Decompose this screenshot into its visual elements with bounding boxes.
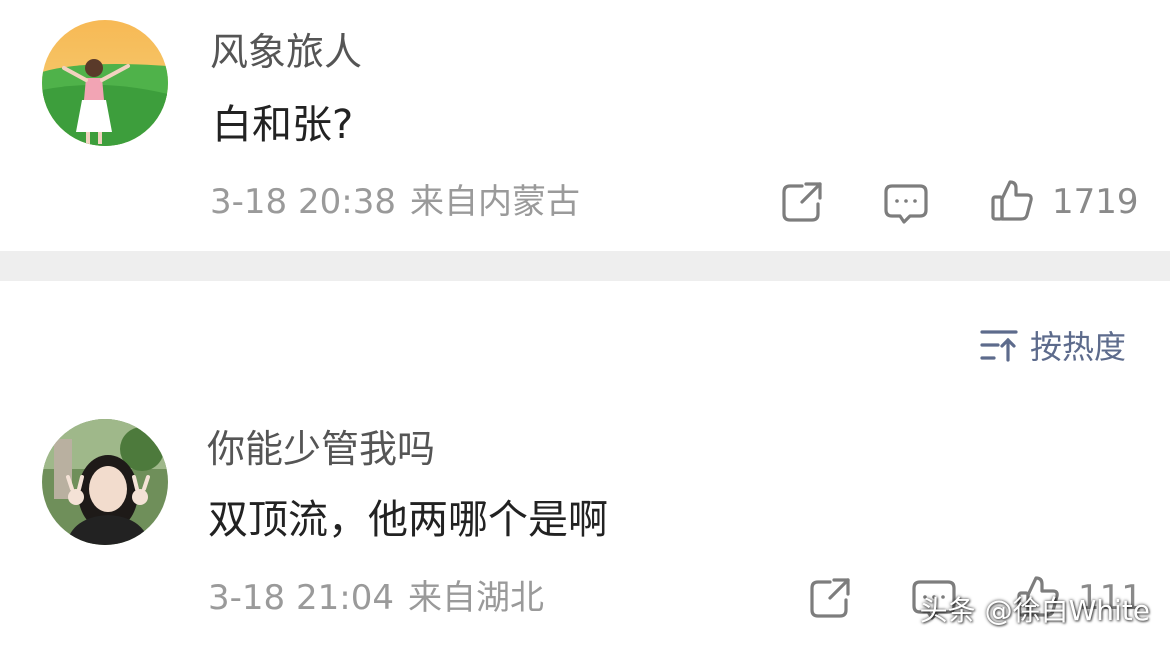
comment-username[interactable]: 你能少管我吗 — [207, 430, 435, 468]
comment-timestamp: 3-18 20:38 — [210, 182, 396, 222]
like-count: 1719 — [1052, 182, 1139, 222]
like-icon[interactable] — [990, 178, 1034, 222]
comment-timestamp: 3-18 21:04 — [208, 578, 394, 618]
comment-feed: 风象旅人 白和张? 3-18 20:38 来自内蒙古 1719 按热度 你能少管… — [0, 0, 1170, 647]
sort-by-hot-button[interactable]: 按热度 — [980, 328, 1126, 366]
comment-username[interactable]: 风象旅人 — [210, 33, 362, 71]
sort-label: 按热度 — [1029, 328, 1126, 366]
avatar[interactable] — [42, 20, 168, 146]
avatar[interactable] — [42, 419, 168, 545]
comment-meta: 3-18 20:38 来自内蒙古 — [210, 185, 580, 219]
section-divider — [0, 251, 1170, 281]
comment-location: 来自湖北 — [407, 578, 544, 618]
watermark: 头条 @徐白White — [919, 594, 1150, 627]
comment-text: 白和张? — [212, 102, 354, 148]
share-icon[interactable] — [780, 180, 824, 224]
comment-icon[interactable] — [884, 182, 928, 226]
comment-location: 来自内蒙古 — [409, 182, 580, 222]
sort-icon — [980, 328, 1018, 366]
comment-text: 双顶流，他两哪个是啊 — [208, 497, 608, 543]
share-icon[interactable] — [808, 576, 852, 620]
comment-meta: 3-18 21:04 来自湖北 — [208, 581, 544, 615]
